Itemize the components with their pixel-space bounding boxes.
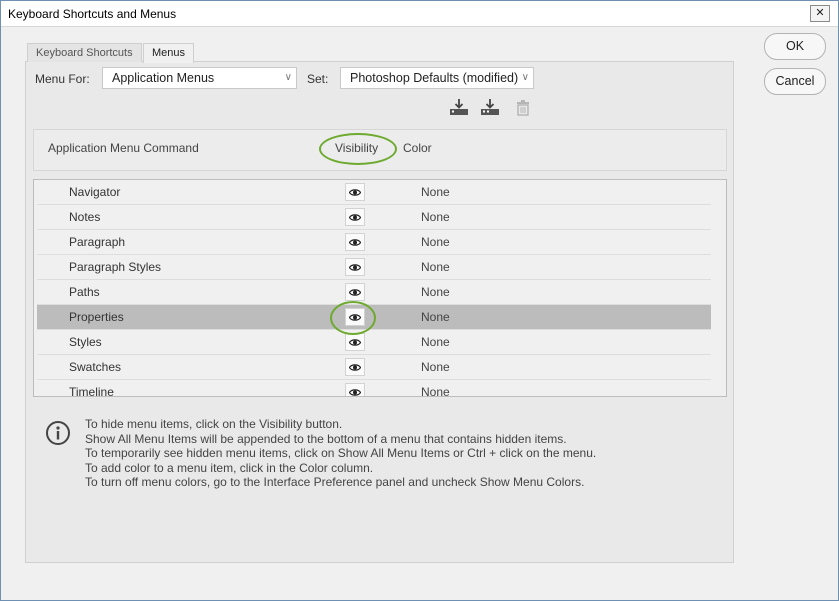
visibility-eye-icon[interactable] bbox=[345, 233, 365, 251]
row-color-value[interactable]: None bbox=[421, 210, 450, 224]
visibility-eye-icon[interactable] bbox=[345, 208, 365, 226]
row-color-value[interactable]: None bbox=[421, 335, 450, 349]
table-row[interactable]: Swatches None bbox=[37, 355, 711, 380]
row-color-value[interactable]: None bbox=[421, 360, 450, 374]
info-text: To hide menu items, click on the Visibil… bbox=[85, 417, 596, 490]
close-button[interactable]: ✕ bbox=[810, 5, 830, 22]
column-header-command: Application Menu Command bbox=[48, 141, 199, 155]
info-line: To add color to a menu item, click in th… bbox=[85, 460, 374, 475]
cancel-button[interactable]: Cancel bbox=[764, 68, 826, 95]
menu-for-value: Application Menus bbox=[112, 71, 215, 85]
eye-highlight-ring bbox=[330, 301, 376, 335]
info-line: To hide menu items, click on the Visibil… bbox=[85, 417, 343, 431]
row-command-name: Paths bbox=[69, 285, 100, 299]
ok-button[interactable]: OK bbox=[764, 33, 826, 60]
table-row[interactable]: Paragraph None bbox=[37, 230, 711, 255]
table-row[interactable]: Styles None bbox=[37, 330, 711, 355]
row-command-name: Swatches bbox=[69, 360, 122, 374]
row-color-value[interactable]: None bbox=[421, 385, 450, 396]
menu-command-table: Navigator None Notes None Paragraph None Parag… bbox=[33, 179, 727, 397]
visibility-highlight-ring bbox=[319, 133, 397, 165]
row-color-value[interactable]: None bbox=[421, 235, 450, 249]
row-command-name: Timeline bbox=[69, 385, 114, 397]
save-set-as-icon[interactable] bbox=[480, 98, 500, 116]
chevron-down-icon: ∨ bbox=[521, 72, 529, 83]
set-select[interactable]: Photoshop Defaults (modified) ∨ bbox=[340, 67, 534, 89]
chevron-down-icon: ∨ bbox=[284, 72, 292, 83]
info-line: To temporarily see hidden menu items, cl… bbox=[85, 446, 597, 461]
row-command-name: Styles bbox=[69, 335, 102, 349]
visibility-eye-icon[interactable] bbox=[345, 383, 365, 396]
dialog-window: Keyboard Shortcuts and Menus ✕ Keyboard … bbox=[0, 0, 839, 601]
visibility-eye-icon[interactable] bbox=[345, 283, 365, 301]
row-command-name: Navigator bbox=[69, 185, 121, 199]
info-line: Show All Menu Items will be appended to … bbox=[85, 431, 567, 446]
table-row[interactable]: Paths None bbox=[37, 280, 711, 305]
row-color-value[interactable]: None bbox=[421, 185, 450, 199]
table-row[interactable]: Navigator None bbox=[37, 180, 711, 205]
row-command-name: Paragraph Styles bbox=[69, 260, 162, 274]
row-command-name: Properties bbox=[69, 310, 124, 324]
set-value: Photoshop Defaults (modified) bbox=[350, 71, 519, 85]
column-header-color: Color bbox=[403, 141, 432, 155]
trash-icon[interactable] bbox=[513, 98, 533, 116]
save-set-icon[interactable] bbox=[449, 98, 469, 116]
table-row[interactable]: Timeline None bbox=[37, 380, 711, 397]
visibility-eye-icon[interactable] bbox=[345, 258, 365, 276]
row-color-value[interactable]: None bbox=[421, 260, 450, 274]
row-command-name: Paragraph bbox=[69, 235, 126, 249]
title-bar: Keyboard Shortcuts and Menus ✕ bbox=[1, 1, 838, 27]
table-row[interactable]: Notes None bbox=[37, 205, 711, 230]
visibility-eye-icon[interactable] bbox=[345, 333, 365, 351]
info-icon bbox=[46, 421, 70, 445]
row-color-value[interactable]: None bbox=[421, 285, 450, 299]
row-color-value[interactable]: None bbox=[421, 310, 450, 324]
menu-for-label: Menu For: bbox=[35, 72, 90, 86]
menu-for-select[interactable]: Application Menus ∨ bbox=[102, 67, 297, 89]
info-line: To turn off menu colors, go to the Inter… bbox=[85, 475, 585, 490]
window-title: Keyboard Shortcuts and Menus bbox=[8, 7, 177, 21]
visibility-eye-icon[interactable] bbox=[345, 358, 365, 376]
table-row[interactable]: Paragraph Styles None bbox=[37, 255, 711, 280]
row-command-name: Notes bbox=[69, 210, 101, 224]
set-label: Set: bbox=[307, 72, 329, 86]
visibility-eye-icon[interactable] bbox=[345, 183, 365, 201]
tab-keyboard-shortcuts[interactable]: Keyboard Shortcuts bbox=[27, 43, 142, 62]
tab-menus[interactable]: Menus bbox=[143, 43, 195, 63]
